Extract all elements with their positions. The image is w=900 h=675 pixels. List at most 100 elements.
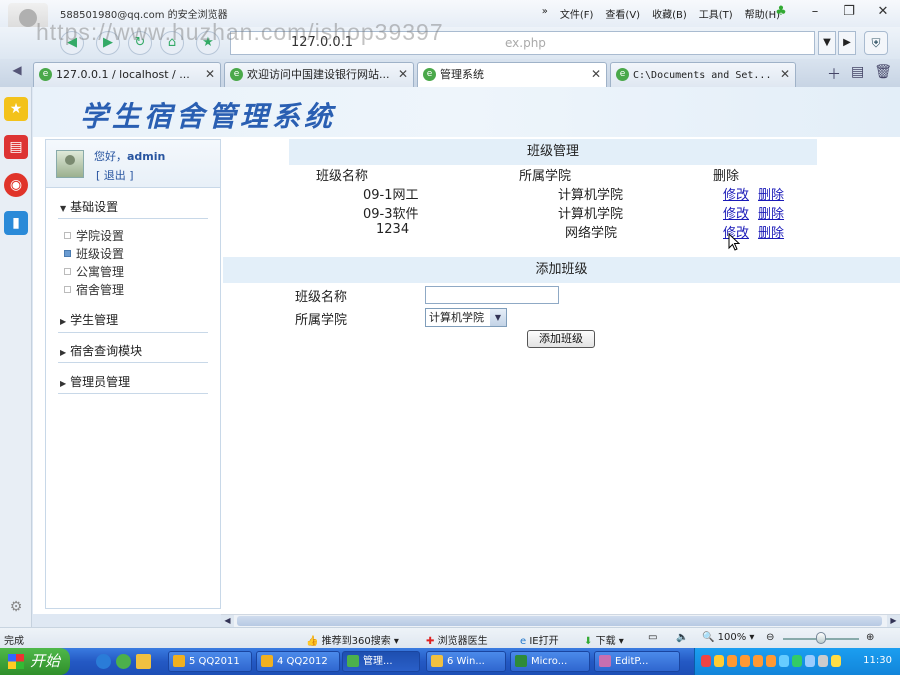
tab-close-icon[interactable]: ✕ [205, 63, 215, 86]
screen-icon[interactable]: ▭ [648, 632, 657, 643]
class-name-label: 班级名称 [295, 290, 348, 305]
nav-item-label: 公寓管理 [76, 265, 125, 279]
college-select[interactable]: 计算机学院 ▼ [425, 308, 507, 327]
ie-icon[interactable] [96, 654, 111, 669]
zoom-in-icon[interactable]: ⊕ [866, 632, 874, 643]
volume-icon[interactable]: 🔈 [676, 632, 688, 643]
nav-basic-settings[interactable]: ▼ 基础设置 [60, 198, 118, 215]
tray-icon[interactable] [701, 655, 711, 667]
tab-documents[interactable]: e C:\Documents and Set... ✕ [610, 62, 796, 87]
close-button[interactable]: ✕ [872, 2, 894, 22]
download-button[interactable]: ⬇ 下载 ▾ [584, 632, 624, 647]
qq-icon [261, 655, 273, 667]
left-nav: 您好，admin [ 退出 ] ▼ 基础设置 学院设置 班级设置 公寓管理 宿舍管… [45, 139, 221, 609]
trash-icon[interactable]: 🗑 [874, 64, 892, 84]
skin-icon[interactable]: ♣ [770, 2, 792, 22]
tab-label: C:\Documents and Set... [633, 70, 772, 81]
tab-ccb[interactable]: e 欢迎访问中国建设银行网站... ✕ [224, 62, 414, 87]
delete-link[interactable]: 删除 [758, 222, 784, 241]
nav-class-settings[interactable]: 班级设置 [64, 245, 124, 262]
nav-college-settings[interactable]: 学院设置 [64, 227, 124, 244]
delete-link[interactable]: 删除 [758, 184, 784, 203]
chevron-down-icon: ▼ [490, 309, 506, 326]
tab-close-icon[interactable]: ✕ [591, 63, 601, 86]
divider [58, 218, 208, 219]
task-admin-browser[interactable]: 管理... [342, 651, 420, 672]
nav-admin-management[interactable]: ▶ 管理员管理 [60, 373, 130, 390]
phone-icon[interactable]: ▮ [4, 211, 28, 235]
edit-link[interactable]: 修改 [723, 203, 749, 222]
settings-icon[interactable]: ⚙ [4, 595, 28, 619]
horizontal-scrollbar[interactable]: ◀ ▶ [221, 614, 900, 627]
browser-doctor-button[interactable]: ✚ 浏览器医生 [426, 632, 488, 647]
menu-file[interactable]: 文件(F) [560, 6, 594, 21]
nav-dorm-query[interactable]: ▶ 宿舍查询模块 [60, 342, 142, 359]
tab-nav-icon[interactable]: ◀ [6, 63, 28, 83]
tab-close-icon[interactable]: ✕ [398, 63, 408, 86]
new-tab-icon[interactable]: ＋ [827, 64, 841, 84]
network-icon[interactable] [805, 655, 815, 667]
qq-icon[interactable] [740, 655, 750, 667]
task-qq2011[interactable]: 5 QQ2011 [168, 651, 252, 672]
folder-icon[interactable] [136, 654, 151, 669]
caret-right-icon: ▶ [60, 348, 67, 357]
tray-icon[interactable] [714, 655, 724, 667]
url-dropdown-button[interactable]: ▼ [818, 31, 836, 55]
volume-icon[interactable] [818, 655, 828, 667]
menu-more[interactable]: » [542, 6, 548, 21]
task-qq2012[interactable]: 4 QQ2012 [256, 651, 340, 672]
folder-icon [431, 655, 443, 667]
qq-icon[interactable] [727, 655, 737, 667]
nav-student-management[interactable]: ▶ 学生管理 [60, 311, 118, 328]
nav-apartment-management[interactable]: 公寓管理 [64, 263, 124, 280]
tab-localhost[interactable]: e 127.0.0.1 / localhost / ... ✕ [33, 62, 221, 87]
zoom-out-icon[interactable]: ⊖ [766, 632, 774, 643]
task-windows-explorer[interactable]: 6 Win... [426, 651, 506, 672]
go-button[interactable]: ▶ [838, 31, 856, 55]
restore-button[interactable]: ❐ [838, 2, 860, 22]
tab-close-icon[interactable]: ✕ [780, 63, 790, 86]
qq-icon[interactable] [753, 655, 763, 667]
shield-icon[interactable]: ⛨ [864, 31, 888, 55]
task-label: 管理... [363, 656, 393, 667]
start-button[interactable]: 开始 [0, 648, 70, 675]
task-label: 6 Win... [447, 656, 485, 667]
college-label: 所属学院 [295, 313, 348, 328]
scroll-thumb[interactable] [237, 616, 882, 626]
tray-icon[interactable] [779, 655, 789, 667]
tab-admin-system[interactable]: e 管理系统 ✕ [417, 62, 607, 87]
nav-dorm-management[interactable]: 宿舍管理 [64, 281, 124, 298]
app-title: 学生宿舍管理系统 [80, 100, 337, 133]
nav-group-label: 宿舍查询模块 [70, 344, 143, 358]
nav-group-label: 基础设置 [70, 200, 119, 214]
menu-view[interactable]: 查看(V) [605, 6, 640, 21]
news-icon[interactable]: ▤ [4, 135, 28, 159]
weibo-icon[interactable]: ◉ [4, 173, 28, 197]
menu-tools[interactable]: 工具(T) [699, 6, 733, 21]
tray-icon[interactable] [792, 655, 802, 667]
zoom-slider-handle[interactable] [816, 632, 826, 644]
browser360-icon[interactable] [116, 654, 131, 669]
logout-link[interactable]: [ 退出 ] [96, 167, 134, 183]
qq-icon[interactable] [766, 655, 776, 667]
minimize-button[interactable]: – [804, 2, 826, 22]
tab-list-icon[interactable]: ▤ [851, 64, 864, 84]
caret-right-icon: ▶ [60, 379, 67, 388]
task-microsoft[interactable]: Micro... [510, 651, 590, 672]
task-editplus[interactable]: EditP... [594, 651, 680, 672]
ie-open-button[interactable]: e IE打开 [520, 632, 559, 647]
zoom-button[interactable]: 🔍 100% ▾ [702, 632, 754, 643]
shield-icon[interactable] [831, 655, 841, 667]
page-content: 学生宿舍管理系统 您好，admin [ 退出 ] ▼ 基础设置 学院设置 班级设置… [33, 87, 900, 614]
scroll-right-icon[interactable]: ▶ [887, 615, 900, 627]
clock: 11:30 [863, 655, 892, 666]
scroll-left-icon[interactable]: ◀ [221, 615, 234, 627]
star-icon[interactable]: ★ [4, 97, 28, 121]
delete-link[interactable]: 删除 [758, 203, 784, 222]
menu-favorites[interactable]: 收藏(B) [652, 6, 687, 21]
add-class-button[interactable]: 添加班级 [527, 330, 595, 348]
edit-link[interactable]: 修改 [723, 184, 749, 203]
class-name-input[interactable] [425, 286, 559, 304]
divider [58, 393, 208, 394]
recommend-360-button[interactable]: 👍 推荐到360搜索 ▾ [306, 632, 399, 647]
